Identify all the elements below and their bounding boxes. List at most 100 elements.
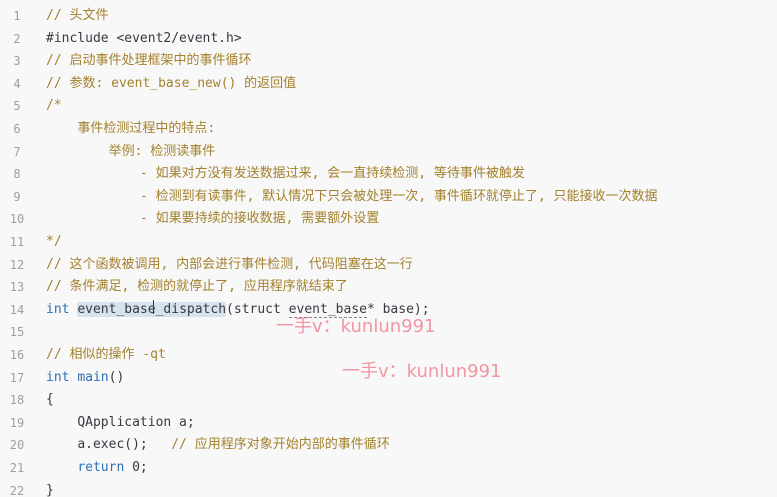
line-content: // 启动事件处理框架中的事件循环: [46, 50, 251, 73]
code-line[interactable]: 22}: [0, 480, 777, 497]
selected-identifier: event_base_dispatch: [77, 299, 227, 317]
code-comment: // 启动事件处理框架中的事件循环: [46, 53, 252, 69]
code-line[interactable]: 6 事件检测过程中的特点:: [0, 118, 777, 141]
code-line[interactable]: 3 // 启动事件处理框架中的事件循环: [0, 50, 777, 73]
line-number: 2: [13, 31, 21, 46]
line-content: - 检测到有读事件, 默认情况下只会被处理一次, 事件循环就停止了, 只能接收一…: [46, 186, 658, 209]
line-number: 1: [13, 9, 21, 23]
code-comment: // 条件满足, 检测的就停止了, 应用程序就结束了: [46, 279, 348, 295]
line-number: 8: [13, 167, 21, 182]
code-comment: 事件检测过程中的特点:: [77, 121, 216, 136]
line-number: 4: [13, 76, 21, 91]
line-content: - 如果对方没有发送数据过来, 会一直持续检测, 等待事件被触发: [46, 163, 525, 186]
line-content: QApplication a;: [46, 412, 195, 435]
line-number: 17: [9, 370, 25, 385]
code-editor[interactable]: 22} 21 return 0; 20 a.exec(); // 应用程序对象开始内…: [0, 0, 777, 497]
line-number: 16: [9, 348, 25, 362]
line-number: 18: [9, 393, 25, 408]
code-token: a.exec();: [77, 437, 172, 453]
code-comment: // 头文件: [46, 8, 109, 23]
line-number: 15: [9, 325, 25, 340]
code-comment: 举例: 检测读事件: [108, 143, 216, 159]
line-content: 举例: 检测读事件: [46, 141, 216, 164]
code-token: #include <event2/event.h>: [46, 30, 242, 46]
line-content: int event_base_dispatch(struct event_bas…: [46, 299, 430, 322]
code-line[interactable]: 16 // 相似的操作 -qt: [0, 344, 777, 367]
line-number: 13: [9, 280, 25, 295]
code-keyword: return: [77, 460, 133, 475]
line-number: 20: [9, 438, 25, 453]
code-keyword: int: [46, 301, 78, 317]
code-line[interactable]: 12 // 这个函数被调用, 内部会进行事件检测, 代码阻塞在这一行: [0, 254, 777, 277]
line-content: }: [46, 480, 54, 497]
line-content: // 条件满足, 检测的就停止了, 应用程序就结束了: [46, 276, 348, 299]
code-keyword: int: [46, 369, 78, 385]
code-token: (struct: [226, 301, 289, 317]
code-keyword: main: [77, 369, 109, 385]
code-token: * base);: [366, 301, 430, 317]
code-token: {: [46, 392, 54, 408]
code-line[interactable]: 18 {: [0, 389, 777, 412]
code-comment: - 如果要持续的接收数据, 需要额外设置: [139, 211, 380, 227]
code-token: 0;: [132, 460, 148, 475]
code-token: event_base: [288, 301, 367, 318]
code-comment: // 这个函数被调用, 内部会进行事件检测, 代码阻塞在这一行: [46, 256, 413, 272]
line-content: {: [46, 389, 54, 412]
line-number: 10: [9, 212, 25, 227]
line-content: int main(): [46, 367, 124, 390]
line-number: 6: [13, 122, 21, 136]
line-content: // 头文件: [46, 5, 108, 28]
line-number: 12: [9, 257, 25, 272]
code-line[interactable]: 1 // 头文件: [0, 5, 777, 28]
line-number: 3: [13, 54, 21, 69]
line-content: // 这个函数被调用, 内部会进行事件检测, 代码阻塞在这一行: [46, 254, 413, 277]
code-line[interactable]: 13 // 条件满足, 检测的就停止了, 应用程序就结束了: [0, 276, 777, 299]
code-line[interactable]: 15: [0, 321, 777, 344]
code-comment: // 参数: event_base_new() 的返回值: [46, 75, 297, 91]
code-line[interactable]: 17 int main(): [0, 367, 777, 390]
code-line[interactable]: 20 a.exec(); // 应用程序对象开始内部的事件循环: [0, 434, 777, 457]
code-comment: - 如果对方没有发送数据过来, 会一直持续检测, 等待事件被触发: [139, 166, 525, 182]
code-comment: // 相似的操作 -qt: [46, 347, 166, 362]
code-line[interactable]: 7 举例: 检测读事件: [0, 141, 777, 164]
code-token: QApplication a;: [77, 414, 195, 430]
code-line[interactable]: 5 /*: [0, 95, 777, 118]
line-content: // 相似的操作 -qt: [46, 344, 166, 367]
code-line[interactable]: 14 int event_base_dispatch(struct event_b…: [0, 299, 777, 322]
code-comment: // 应用程序对象开始内部的事件循环: [171, 437, 390, 453]
code-comment: - 检测到有读事件, 默认情况下只会被处理一次, 事件循环就停止了, 只能接收一…: [139, 188, 658, 204]
line-number: 11: [9, 235, 25, 249]
line-content: // 参数: event_base_new() 的返回值: [46, 73, 296, 96]
code-line[interactable]: 9 - 检测到有读事件, 默认情况下只会被处理一次, 事件循环就停止了, 只能接…: [0, 186, 777, 209]
line-number: 14: [9, 302, 25, 317]
code-line[interactable]: 4 // 参数: event_base_new() 的返回值: [0, 73, 777, 96]
code-line[interactable]: 2 #include <event2/event.h>: [0, 28, 777, 51]
code-line[interactable]: 21 return 0;: [0, 457, 777, 480]
line-content: a.exec(); // 应用程序对象开始内部的事件循环: [46, 434, 390, 457]
code-line[interactable]: 10 - 如果要持续的接收数据, 需要额外设置: [0, 208, 777, 231]
code-token: }: [46, 482, 54, 497]
code-line[interactable]: 19 QApplication a;: [0, 412, 777, 435]
line-content: /*: [46, 95, 62, 118]
line-number: 7: [13, 144, 21, 159]
line-content: #include <event2/event.h>: [46, 28, 242, 51]
line-content: - 如果要持续的接收数据, 需要额外设置: [46, 208, 379, 231]
code-comment: /*: [46, 98, 62, 114]
line-number: 22: [9, 483, 25, 497]
line-number: 9: [13, 189, 21, 204]
line-content: */: [46, 231, 62, 254]
code-comment: */: [46, 234, 62, 249]
line-content: return 0;: [46, 457, 148, 480]
code-line[interactable]: 11 */: [0, 231, 777, 254]
code-line[interactable]: 8 - 如果对方没有发送数据过来, 会一直持续检测, 等待事件被触发: [0, 163, 777, 186]
line-number: 5: [13, 99, 21, 114]
line-number: 21: [9, 461, 25, 475]
